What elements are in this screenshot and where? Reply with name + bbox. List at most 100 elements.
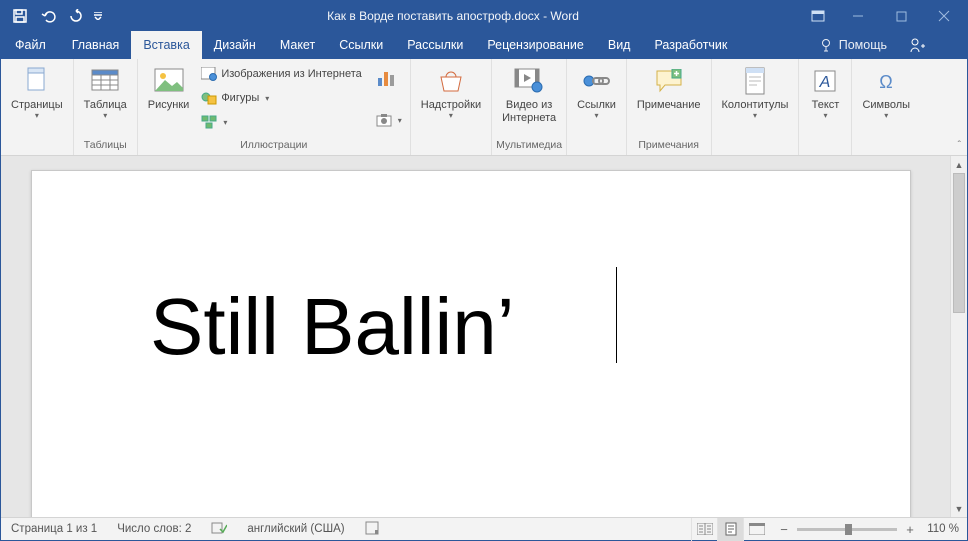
- zoom-slider[interactable]: [797, 528, 897, 531]
- tab-mailings[interactable]: Рассылки: [395, 31, 475, 59]
- group-links-label: [571, 139, 622, 155]
- online-pictures-button[interactable]: Изображения из Интернета: [197, 63, 365, 85]
- group-links: Ссылки ▾: [567, 59, 627, 155]
- zoom-out-button[interactable]: −: [777, 522, 791, 537]
- links-button[interactable]: Ссылки ▾: [571, 61, 622, 122]
- chevron-down-icon: ▾: [223, 118, 227, 127]
- textbox-icon: A: [809, 65, 841, 97]
- document-text[interactable]: Still Ballin’: [150, 281, 515, 373]
- ribbon-display-options-button[interactable]: [801, 1, 835, 31]
- status-spellcheck[interactable]: [201, 518, 237, 540]
- screenshot-button[interactable]: ▾: [372, 109, 406, 131]
- tab-review[interactable]: Рецензирование: [475, 31, 596, 59]
- table-button[interactable]: Таблица ▾: [78, 61, 133, 122]
- smartart-icon: [201, 114, 217, 130]
- group-text-label: [803, 139, 847, 155]
- vertical-scrollbar[interactable]: ▲ ▼: [950, 156, 967, 517]
- macro-icon: [365, 521, 379, 538]
- tab-view[interactable]: Вид: [596, 31, 643, 59]
- share-button[interactable]: [897, 31, 939, 59]
- spellcheck-icon: [211, 521, 227, 538]
- tab-developer[interactable]: Разработчик: [642, 31, 739, 59]
- comment-label: Примечание: [637, 99, 701, 112]
- status-words-label: Число слов: 2: [117, 523, 191, 535]
- tab-references[interactable]: Ссылки: [327, 31, 395, 59]
- chevron-down-icon: ▾: [103, 112, 107, 120]
- chart-button[interactable]: [372, 63, 406, 107]
- view-print-layout[interactable]: [717, 518, 743, 541]
- status-page[interactable]: Страница 1 из 1: [1, 518, 107, 540]
- tell-me[interactable]: Помощь: [809, 31, 897, 59]
- online-video-button[interactable]: Видео из Интернета: [496, 61, 562, 127]
- collapse-ribbon-button[interactable]: ˆ: [958, 140, 961, 151]
- group-header-footer-label: [716, 139, 795, 155]
- tab-file[interactable]: Файл: [1, 31, 60, 59]
- shapes-icon: [201, 90, 217, 106]
- shapes-button[interactable]: Фигуры ▾: [197, 87, 365, 109]
- link-icon: [580, 65, 612, 97]
- page-viewport[interactable]: Still Ballin’: [1, 156, 950, 517]
- smartart-button[interactable]: ▾: [197, 111, 365, 133]
- page[interactable]: Still Ballin’: [31, 170, 911, 517]
- status-macro[interactable]: [355, 518, 389, 540]
- pages-button[interactable]: Страницы ▾: [5, 61, 69, 122]
- ribbon-tabs: Файл Главная Вставка Дизайн Макет Ссылки…: [1, 31, 967, 59]
- text-button[interactable]: A Текст ▾: [803, 61, 847, 122]
- qat-customize-button[interactable]: [91, 3, 105, 29]
- scroll-down-button[interactable]: ▼: [951, 500, 967, 517]
- header-footer-button[interactable]: Колонтитулы ▾: [716, 61, 795, 122]
- scroll-up-button[interactable]: ▲: [951, 156, 967, 173]
- chevron-down-icon: ▾: [823, 112, 827, 120]
- screenshot-icon: [376, 112, 392, 128]
- save-button[interactable]: [7, 3, 33, 29]
- undo-button[interactable]: [35, 3, 61, 29]
- chevron-down-icon: ▾: [449, 112, 453, 120]
- group-addins: Надстройки ▾: [411, 59, 492, 155]
- group-symbols-label: [856, 139, 916, 155]
- zoom-level[interactable]: 110 %: [923, 523, 959, 535]
- zoom-in-button[interactable]: +: [903, 522, 917, 537]
- status-language-label: английский (США): [247, 523, 344, 535]
- scroll-thumb[interactable]: [953, 173, 965, 313]
- tell-me-label: Помощь: [839, 38, 887, 52]
- maximize-button[interactable]: [881, 1, 921, 31]
- addins-button[interactable]: Надстройки ▾: [415, 61, 487, 122]
- word-window: Как в Ворде поставить апостроф.docx - Wo…: [0, 0, 968, 541]
- ribbon-insert: Страницы ▾ Таблица ▾ Таблицы Рисунки: [1, 59, 967, 156]
- header-footer-icon: [739, 65, 771, 97]
- group-comments: Примечание Примечания: [627, 59, 712, 155]
- window-controls: [835, 1, 967, 31]
- tab-overflow[interactable]: [939, 31, 967, 59]
- chevron-down-icon: ▾: [594, 112, 598, 120]
- tab-insert[interactable]: Вставка: [131, 31, 201, 59]
- omega-icon: Ω: [870, 65, 902, 97]
- zoom-slider-handle[interactable]: [845, 524, 852, 535]
- tab-design[interactable]: Дизайн: [202, 31, 268, 59]
- status-word-count[interactable]: Число слов: 2: [107, 518, 201, 540]
- group-symbols: Ω Символы ▾: [852, 59, 920, 155]
- group-pages: Страницы ▾: [1, 59, 74, 155]
- group-media: Видео из Интернета Мультимедиа: [492, 59, 567, 155]
- tab-home[interactable]: Главная: [60, 31, 132, 59]
- pictures-button[interactable]: Рисунки: [142, 61, 196, 114]
- svg-text:A: A: [819, 74, 831, 91]
- minimize-button[interactable]: [835, 1, 881, 31]
- symbols-button[interactable]: Ω Символы ▾: [856, 61, 916, 122]
- text-cursor: [616, 267, 617, 363]
- group-illustrations: Рисунки Изображения из Интернета Фигуры …: [138, 59, 411, 155]
- tab-layout[interactable]: Макет: [268, 31, 327, 59]
- group-comments-label: Примечания: [631, 139, 707, 155]
- comment-icon: [653, 65, 685, 97]
- online-video-label: Видео из Интернета: [502, 99, 556, 125]
- status-language[interactable]: английский (США): [237, 518, 354, 540]
- chevron-down-icon: ▾: [753, 112, 757, 120]
- comment-button[interactable]: Примечание: [631, 61, 707, 114]
- close-button[interactable]: [921, 1, 967, 31]
- view-web-layout[interactable]: [743, 518, 769, 541]
- online-pictures-label: Изображения из Интернета: [221, 68, 361, 80]
- status-page-label: Страница 1 из 1: [11, 523, 97, 535]
- group-media-label: Мультимедиа: [496, 139, 562, 155]
- scroll-track[interactable]: [951, 173, 967, 500]
- view-read-mode[interactable]: [691, 518, 717, 541]
- redo-button[interactable]: [63, 3, 89, 29]
